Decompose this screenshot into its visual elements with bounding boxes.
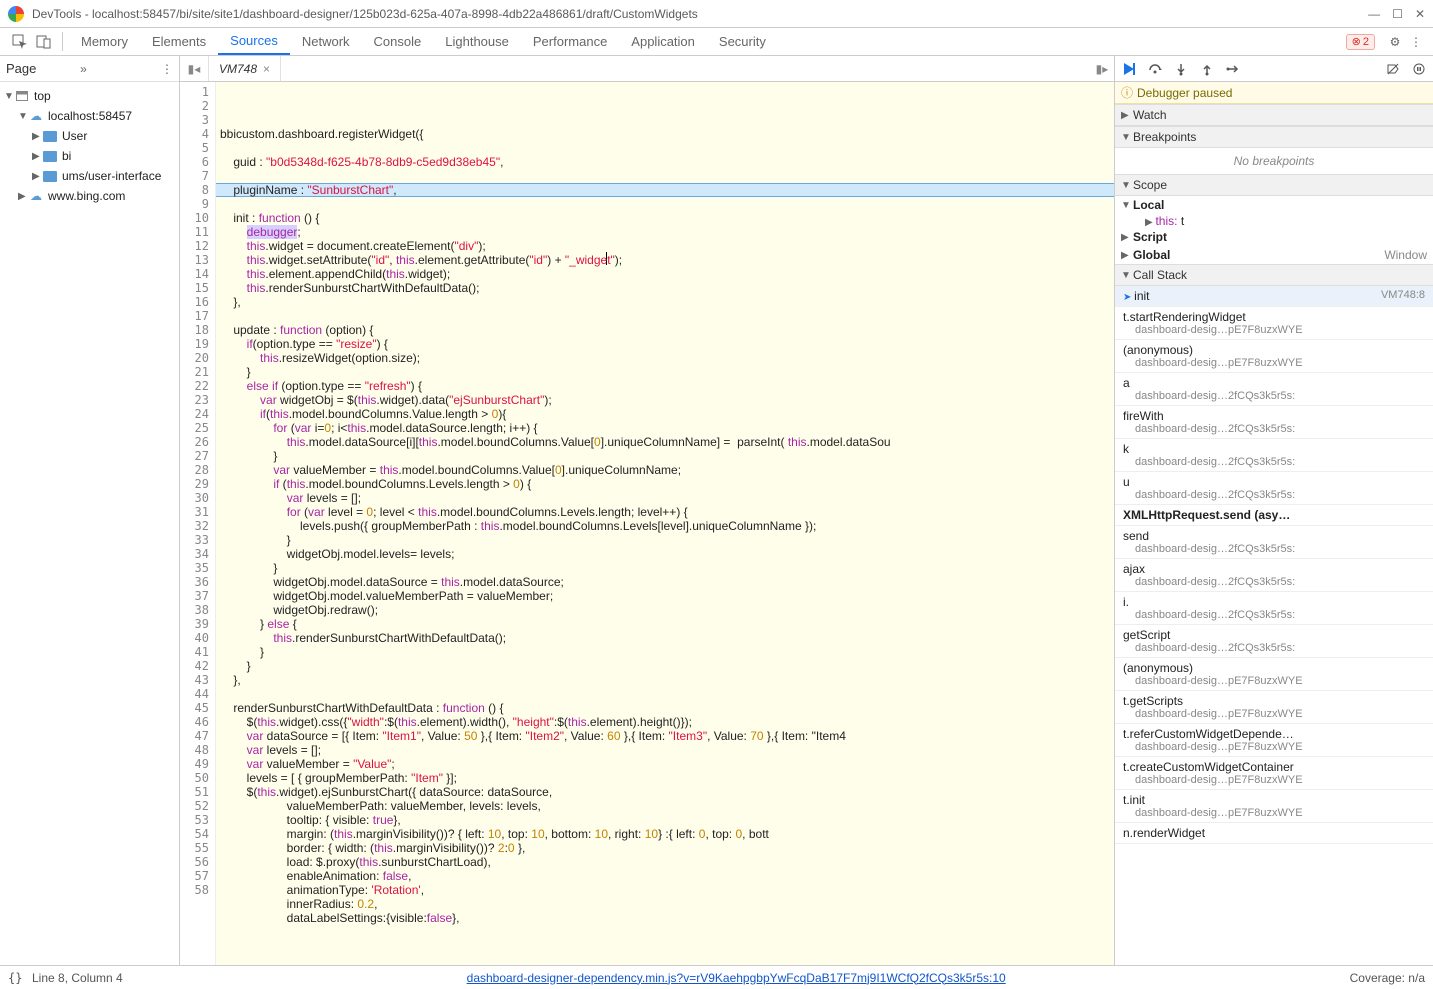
callstack-section[interactable]: ▼Call Stack — [1115, 264, 1433, 286]
callstack-frame[interactable]: (anonymous)dashboard-desig…pE7F8uzxWYE — [1115, 340, 1433, 373]
folder-icon — [43, 171, 57, 182]
tree-ext-host[interactable]: ▶☁ www.bing.com — [0, 186, 179, 206]
tree-host[interactable]: ▼☁ localhost:58457 — [0, 106, 179, 126]
tab-elements[interactable]: Elements — [140, 28, 218, 55]
file-tab-label: VM748 — [219, 62, 257, 76]
callstack-frame[interactable]: adashboard-desig…2fCQs3k5r5s: — [1115, 373, 1433, 406]
tab-performance[interactable]: Performance — [521, 28, 619, 55]
coverage-status: Coverage: n/a — [1350, 971, 1425, 985]
folder-icon — [43, 131, 57, 142]
deactivate-breakpoints-button[interactable] — [1383, 59, 1403, 79]
source-link[interactable]: dashboard-designer-dependency.min.js?v=r… — [123, 971, 1350, 985]
callstack-frame[interactable]: i.dashboard-desig…2fCQs3k5r5s: — [1115, 592, 1433, 625]
source-editor: ▮◂ VM748 × ▮▸ 12345678910111213141516171… — [180, 56, 1115, 965]
callstack-frame[interactable]: XMLHttpRequest.send (asy… — [1115, 505, 1433, 526]
scope-section[interactable]: ▼Scope — [1115, 174, 1433, 196]
callstack-frame[interactable]: senddashboard-desig…2fCQs3k5r5s: — [1115, 526, 1433, 559]
step-out-button[interactable] — [1197, 59, 1217, 79]
tab-security[interactable]: Security — [707, 28, 778, 55]
tab-lighthouse[interactable]: Lighthouse — [433, 28, 521, 55]
folder-icon — [43, 151, 57, 162]
step-into-button[interactable] — [1171, 59, 1191, 79]
nav-more-icon[interactable]: ⋮ — [161, 62, 173, 76]
resume-button[interactable] — [1119, 59, 1139, 79]
minimize-button[interactable]: — — [1368, 7, 1380, 21]
callstack-frame[interactable]: initVM748:8 — [1115, 286, 1433, 307]
more-menu-icon[interactable]: ⋮ — [1407, 28, 1425, 55]
device-toggle-icon[interactable] — [32, 28, 56, 55]
tree-folder[interactable]: ▶bi — [0, 146, 179, 166]
step-button[interactable] — [1223, 59, 1243, 79]
nav-chevrons-icon[interactable]: » — [80, 62, 87, 76]
callstack-frame[interactable]: (anonymous)dashboard-desig…pE7F8uzxWYE — [1115, 658, 1433, 691]
scope-global[interactable]: ▶GlobalWindow — [1115, 246, 1433, 264]
scope-this[interactable]: ▶ this: t — [1115, 214, 1433, 228]
tree-top[interactable]: ▼ top — [0, 86, 179, 106]
callstack-frame[interactable]: kdashboard-desig…2fCQs3k5r5s: — [1115, 439, 1433, 472]
status-bar: {} Line 8, Column 4 dashboard-designer-d… — [0, 965, 1433, 989]
nav-toggle-icon[interactable]: ▮◂ — [184, 62, 204, 76]
info-icon: ⓘ — [1121, 84, 1133, 101]
callstack-frame[interactable]: n.renderWidget — [1115, 823, 1433, 844]
callstack-frame[interactable]: t.referCustomWidgetDepende…dashboard-des… — [1115, 724, 1433, 757]
callstack-frame[interactable]: t.createCustomWidgetContainerdashboard-d… — [1115, 757, 1433, 790]
callstack-frame[interactable]: udashboard-desig…2fCQs3k5r5s: — [1115, 472, 1433, 505]
error-icon: ⊗ — [1352, 35, 1361, 48]
error-count-badge[interactable]: ⊗ 2 — [1346, 34, 1375, 50]
file-tab[interactable]: VM748 × — [209, 56, 281, 81]
tree-folder[interactable]: ▶ums/user-interface — [0, 166, 179, 186]
pause-exceptions-button[interactable] — [1409, 59, 1429, 79]
cursor-position: Line 8, Column 4 — [32, 971, 123, 985]
window-title: DevTools - localhost:58457/bi/site/site1… — [32, 7, 1368, 21]
line-gutter[interactable]: 1234567891011121314151617181920212223242… — [180, 82, 216, 965]
chrome-logo-icon — [8, 6, 24, 22]
close-tab-icon[interactable]: × — [263, 62, 270, 76]
maximize-button[interactable]: ☐ — [1392, 7, 1403, 21]
watch-section[interactable]: ▶Watch — [1115, 104, 1433, 126]
callstack-frame[interactable]: t.startRenderingWidgetdashboard-desig…pE… — [1115, 307, 1433, 340]
paused-message: ⓘ Debugger paused — [1115, 82, 1433, 104]
scope-local[interactable]: ▼Local — [1115, 196, 1433, 214]
tab-sources[interactable]: Sources — [218, 28, 290, 55]
tab-application[interactable]: Application — [619, 28, 707, 55]
cloud-icon: ☁ — [28, 189, 44, 203]
cloud-icon: ☁ — [28, 109, 44, 123]
tree-folder[interactable]: ▶User — [0, 126, 179, 146]
tab-network[interactable]: Network — [290, 28, 362, 55]
step-over-button[interactable] — [1145, 59, 1165, 79]
pretty-print-icon[interactable]: {} — [8, 971, 32, 985]
main-tabs: MemoryElementsSourcesNetworkConsoleLight… — [0, 28, 1433, 56]
tab-console[interactable]: Console — [362, 28, 434, 55]
inspect-element-icon[interactable] — [8, 28, 32, 55]
window-icon — [16, 91, 28, 101]
breakpoints-section[interactable]: ▼Breakpoints — [1115, 126, 1433, 148]
tab-memory[interactable]: Memory — [69, 28, 140, 55]
debugger-panel: ⓘ Debugger paused ▶Watch ▼Breakpoints No… — [1115, 56, 1433, 965]
page-navigator: Page » ⋮ ▼ top ▼☁ localhost:58457 ▶User▶… — [0, 56, 180, 965]
callstack-frame[interactable]: t.getScriptsdashboard-desig…pE7F8uzxWYE — [1115, 691, 1433, 724]
show-navigator-icon[interactable]: ▮▸ — [1090, 62, 1114, 76]
callstack-frame[interactable]: ajaxdashboard-desig…2fCQs3k5r5s: — [1115, 559, 1433, 592]
settings-gear-icon[interactable]: ⚙ — [1383, 28, 1407, 55]
nav-title: Page — [6, 61, 80, 76]
scope-script[interactable]: ▶Script — [1115, 228, 1433, 246]
callstack-frame[interactable]: getScriptdashboard-desig…2fCQs3k5r5s: — [1115, 625, 1433, 658]
close-button[interactable]: ✕ — [1415, 7, 1425, 21]
no-breakpoints-label: No breakpoints — [1115, 148, 1433, 174]
callstack-frame[interactable]: t.initdashboard-desig…pE7F8uzxWYE — [1115, 790, 1433, 823]
titlebar: DevTools - localhost:58457/bi/site/site1… — [0, 0, 1433, 28]
callstack-frame[interactable]: fireWithdashboard-desig…2fCQs3k5r5s: — [1115, 406, 1433, 439]
code-area[interactable]: bbicustom.dashboard.registerWidget({ gui… — [216, 82, 1114, 965]
